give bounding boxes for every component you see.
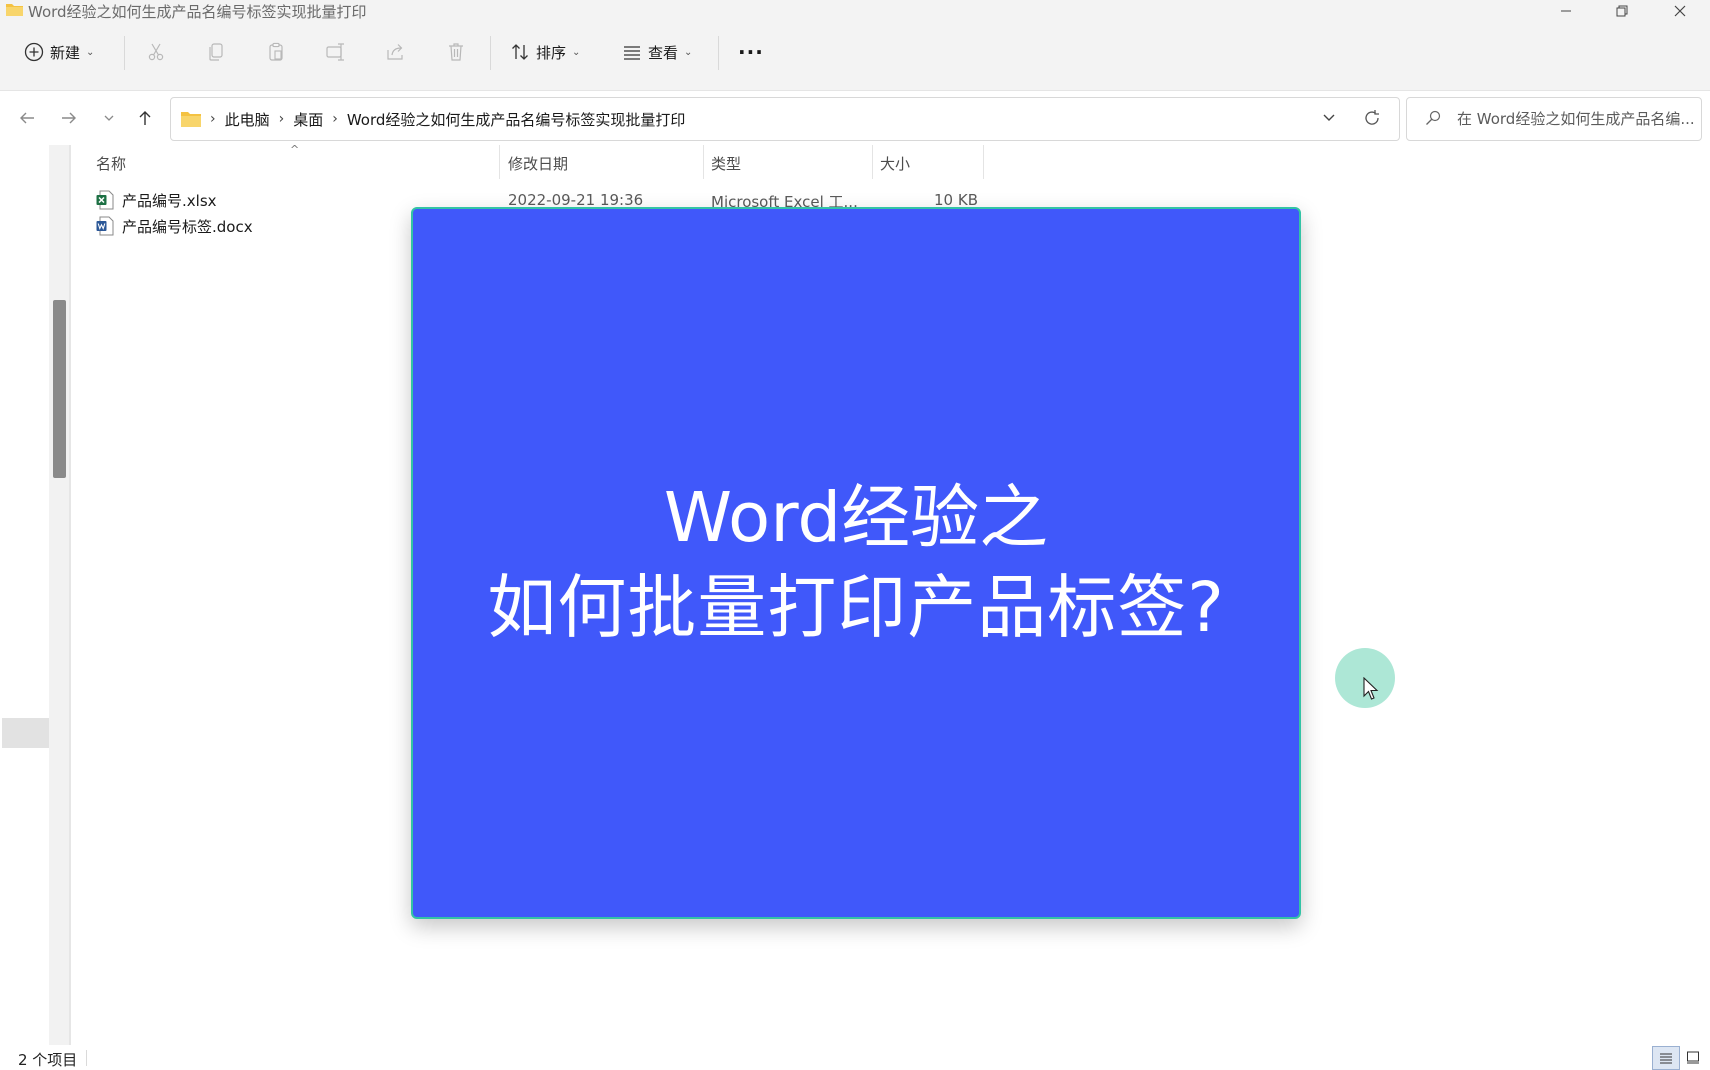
sort-ascending-icon: ^ xyxy=(290,143,300,156)
chevron-down-icon: ⌄ xyxy=(684,46,693,58)
navigation-bar: › 此电脑 › 桌面 › Word经验之如何生成产品名编号标签实现批量打印 在 … xyxy=(0,91,1710,145)
cut-button[interactable] xyxy=(142,38,170,66)
search-icon xyxy=(1426,110,1441,125)
scrollbar-thumb[interactable] xyxy=(53,300,66,478)
maximize-button[interactable] xyxy=(1594,0,1650,22)
back-button[interactable] xyxy=(12,103,42,133)
rename-icon xyxy=(326,43,344,61)
chevron-down-icon: ⌄ xyxy=(572,46,581,58)
more-icon: ··· xyxy=(738,40,764,64)
details-view-button[interactable] xyxy=(1652,1046,1680,1070)
folder-icon xyxy=(6,4,23,16)
refresh-icon xyxy=(1365,110,1379,125)
rename-button[interactable] xyxy=(322,38,350,66)
paste-icon xyxy=(269,42,283,61)
breadcrumb-this-pc[interactable]: 此电脑 xyxy=(225,109,270,130)
overlay-title-line-1: Word经验之 xyxy=(663,478,1049,558)
column-divider[interactable] xyxy=(703,145,704,179)
address-bar[interactable]: › 此电脑 › 桌面 › Word经验之如何生成产品名编号标签实现批量打印 xyxy=(170,97,1400,141)
thumbnail-view-button[interactable] xyxy=(1680,1046,1706,1068)
column-header-name[interactable]: 名称 xyxy=(96,153,126,174)
recent-locations-button[interactable] xyxy=(94,103,124,133)
word-file-icon xyxy=(96,216,114,236)
address-history-button[interactable] xyxy=(1321,110,1337,130)
more-options-button[interactable]: ··· xyxy=(738,36,764,68)
plus-circle-icon xyxy=(24,42,44,62)
delete-button[interactable] xyxy=(442,38,470,66)
breadcrumb-separator: › xyxy=(278,111,285,127)
refresh-button[interactable] xyxy=(1363,109,1381,131)
copy-icon xyxy=(209,43,223,61)
column-header-type[interactable]: 类型 xyxy=(711,153,741,174)
search-placeholder: 在 Word经验之如何生成产品名编... xyxy=(1457,110,1695,128)
file-name: 产品编号标签.docx xyxy=(122,218,253,236)
chevron-down-icon xyxy=(1323,114,1335,121)
toolbar-divider xyxy=(718,36,719,70)
close-icon xyxy=(1674,5,1686,17)
chevron-down-icon xyxy=(104,115,114,121)
details-view-icon xyxy=(1660,1053,1672,1064)
status-bar: 2 个项目 xyxy=(0,1046,1710,1070)
breadcrumb-separator: › xyxy=(210,111,216,127)
navigation-pane-selected-item[interactable] xyxy=(2,718,49,748)
column-divider[interactable] xyxy=(872,145,873,179)
breadcrumb-separator: › xyxy=(332,111,338,127)
copy-button[interactable] xyxy=(202,38,230,66)
column-header-modified[interactable]: 修改日期 xyxy=(508,153,568,174)
sort-icon xyxy=(512,44,528,60)
file-name: 产品编号.xlsx xyxy=(122,192,217,210)
arrow-up-icon xyxy=(139,111,151,125)
view-button[interactable]: 查看 ⌄ xyxy=(622,36,692,68)
chevron-down-icon: ⌄ xyxy=(86,46,95,58)
arrow-left-icon xyxy=(20,112,34,124)
mouse-pointer-icon xyxy=(1363,677,1379,700)
share-button[interactable] xyxy=(382,38,410,66)
sort-label: 排序 xyxy=(536,43,567,62)
column-divider[interactable] xyxy=(983,145,984,179)
arrow-right-icon xyxy=(62,112,76,124)
list-view-icon xyxy=(624,46,640,60)
thumbnail-view-icon xyxy=(1687,1051,1699,1064)
column-divider[interactable] xyxy=(499,145,500,179)
minimize-button[interactable] xyxy=(1538,0,1594,22)
title-bar: Word经验之如何生成产品名编号标签实现批量打印 xyxy=(0,0,1710,22)
status-divider xyxy=(86,1050,87,1066)
restore-icon xyxy=(1616,5,1628,17)
toolbar-divider xyxy=(124,36,125,70)
sort-button[interactable]: 排序 ⌄ xyxy=(510,36,580,68)
breadcrumb-current-folder[interactable]: Word经验之如何生成产品名编号标签实现批量打印 xyxy=(347,109,686,130)
breadcrumb-desktop[interactable]: 桌面 xyxy=(293,109,323,130)
minimize-icon xyxy=(1561,10,1571,12)
share-icon xyxy=(387,44,403,60)
new-button[interactable]: 新建 ⌄ xyxy=(24,36,94,68)
up-button[interactable] xyxy=(130,103,160,133)
folder-icon xyxy=(181,112,201,127)
item-count: 2 个项目 xyxy=(18,1051,78,1069)
breadcrumb: › 此电脑 › 桌面 › Word经验之如何生成产品名编号标签实现批量打印 xyxy=(181,98,685,140)
cut-icon xyxy=(148,43,164,61)
command-bar: 新建 ⌄ 排序 ⌄ 查看 ⌄ ··· xyxy=(0,22,1710,91)
view-label: 查看 xyxy=(648,43,679,62)
toolbar-divider xyxy=(490,36,491,70)
forward-button[interactable] xyxy=(54,103,84,133)
excel-file-icon xyxy=(96,190,114,210)
title-card-overlay: Word经验之 如何批量打印产品标签? xyxy=(411,207,1301,919)
navigation-scrollbar[interactable] xyxy=(49,145,69,1045)
close-button[interactable] xyxy=(1652,0,1708,22)
new-label: 新建 xyxy=(50,43,81,62)
window-title: Word经验之如何生成产品名编号标签实现批量打印 xyxy=(28,3,367,21)
paste-button[interactable] xyxy=(262,38,290,66)
overlay-title-line-2: 如何批量打印产品标签? xyxy=(487,568,1225,648)
column-header-size[interactable]: 大小 xyxy=(880,153,910,174)
search-box[interactable]: 在 Word经验之如何生成产品名编... xyxy=(1406,97,1702,141)
pane-divider[interactable] xyxy=(69,145,71,1045)
delete-icon xyxy=(449,43,463,61)
